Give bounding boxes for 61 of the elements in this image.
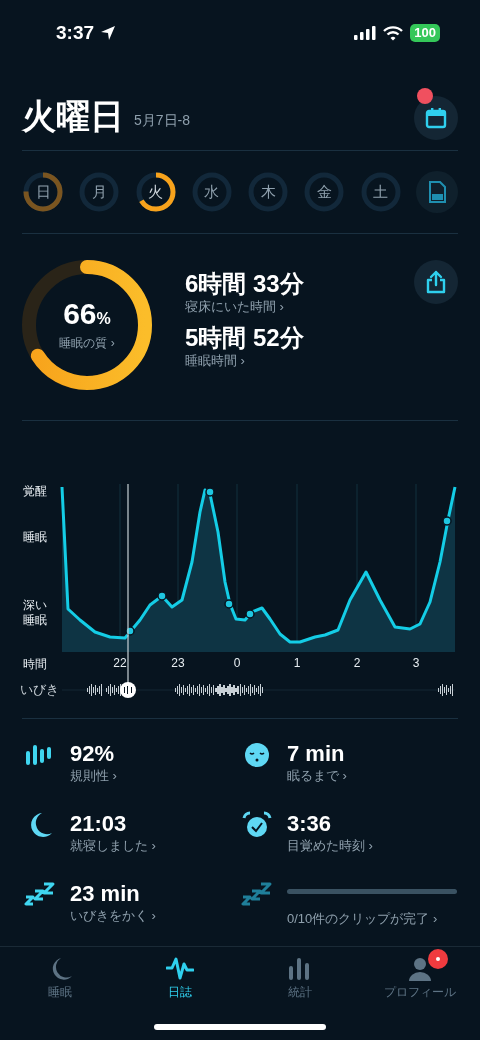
stat-link[interactable]: 規則性 › bbox=[70, 767, 117, 785]
stat-value: 7 min bbox=[287, 741, 346, 767]
data-point bbox=[442, 516, 452, 526]
document-icon bbox=[427, 181, 446, 203]
stat-link[interactable]: 就寝しました › bbox=[70, 837, 156, 855]
stat-value: 21:03 bbox=[70, 811, 128, 837]
axis-label: 深い睡眠 bbox=[23, 598, 48, 628]
person-icon bbox=[406, 956, 434, 982]
stat-link[interactable]: いびきをかく › bbox=[70, 907, 156, 925]
tab-bar-item[interactable]: プロフィール bbox=[360, 947, 480, 1040]
share-icon bbox=[425, 270, 447, 294]
day-tab[interactable]: 日 bbox=[22, 171, 64, 213]
location-arrow-icon bbox=[100, 25, 117, 41]
axis-label: 3 bbox=[412, 656, 420, 670]
calendar-icon bbox=[425, 107, 447, 129]
day-tab[interactable]: 月 bbox=[78, 171, 121, 213]
duration-link[interactable]: 寝床にいた時間 › bbox=[185, 298, 304, 316]
axis-label: 1 bbox=[293, 656, 301, 670]
data-point bbox=[157, 591, 167, 601]
tab-bar-item[interactable]: 睡眠 bbox=[0, 947, 120, 1040]
day-tab[interactable]: 金 bbox=[303, 171, 346, 213]
data-point bbox=[125, 626, 135, 636]
data-point bbox=[245, 609, 255, 619]
axis-label: 覚醒 bbox=[23, 484, 48, 499]
signal-icon bbox=[354, 26, 377, 40]
share-button[interactable] bbox=[414, 260, 458, 304]
battery-level: 100 bbox=[410, 24, 440, 42]
axis-label: 22 bbox=[113, 656, 127, 670]
snore-label: いびき bbox=[20, 681, 59, 699]
duration-link[interactable]: 睡眠時間 › bbox=[185, 352, 304, 370]
clock-time: 3:37 bbox=[56, 22, 95, 44]
calendar-button[interactable] bbox=[414, 96, 458, 140]
axis-label: 23 bbox=[171, 656, 185, 670]
date-range: 5月7日-8 bbox=[134, 112, 191, 130]
stat-link[interactable]: 眠るまで › bbox=[287, 767, 347, 785]
wifi-icon bbox=[383, 25, 404, 41]
data-point bbox=[205, 487, 215, 497]
playhead-handle[interactable] bbox=[120, 682, 136, 698]
data-point bbox=[224, 599, 234, 609]
axis-label: 睡眠 bbox=[23, 530, 48, 545]
axis-label: 2 bbox=[353, 656, 361, 670]
axis-label: 0 bbox=[233, 656, 241, 670]
duration-value: 5時間 52分 bbox=[185, 324, 304, 352]
wave-icon bbox=[166, 956, 194, 982]
day-tab[interactable]: 土 bbox=[359, 171, 402, 213]
stat-link[interactable]: 目覚めた時刻 › bbox=[287, 837, 373, 855]
stat-value: 3:36 bbox=[287, 811, 333, 837]
tab-bar-item[interactable]: 統計 bbox=[240, 947, 360, 1040]
day-tab[interactable]: 火 bbox=[134, 171, 177, 213]
quality-link[interactable]: 睡眠の質 › bbox=[59, 335, 115, 352]
quality-score: 66% bbox=[63, 298, 111, 332]
tab-bar-item[interactable]: 日誌 bbox=[120, 947, 240, 1040]
axis-title: 時間 bbox=[23, 656, 47, 673]
day-tab[interactable]: 木 bbox=[247, 171, 290, 213]
day-title: 火曜日 bbox=[22, 96, 124, 136]
report-button[interactable] bbox=[415, 171, 458, 213]
progress-link[interactable]: 0/10件のクリップが完了 › bbox=[287, 910, 458, 928]
stat-value: 92% bbox=[70, 741, 116, 767]
day-tab[interactable]: 水 bbox=[190, 171, 233, 213]
stat-value: 23 min bbox=[70, 881, 141, 907]
duration-value: 6時間 33分 bbox=[185, 270, 304, 298]
